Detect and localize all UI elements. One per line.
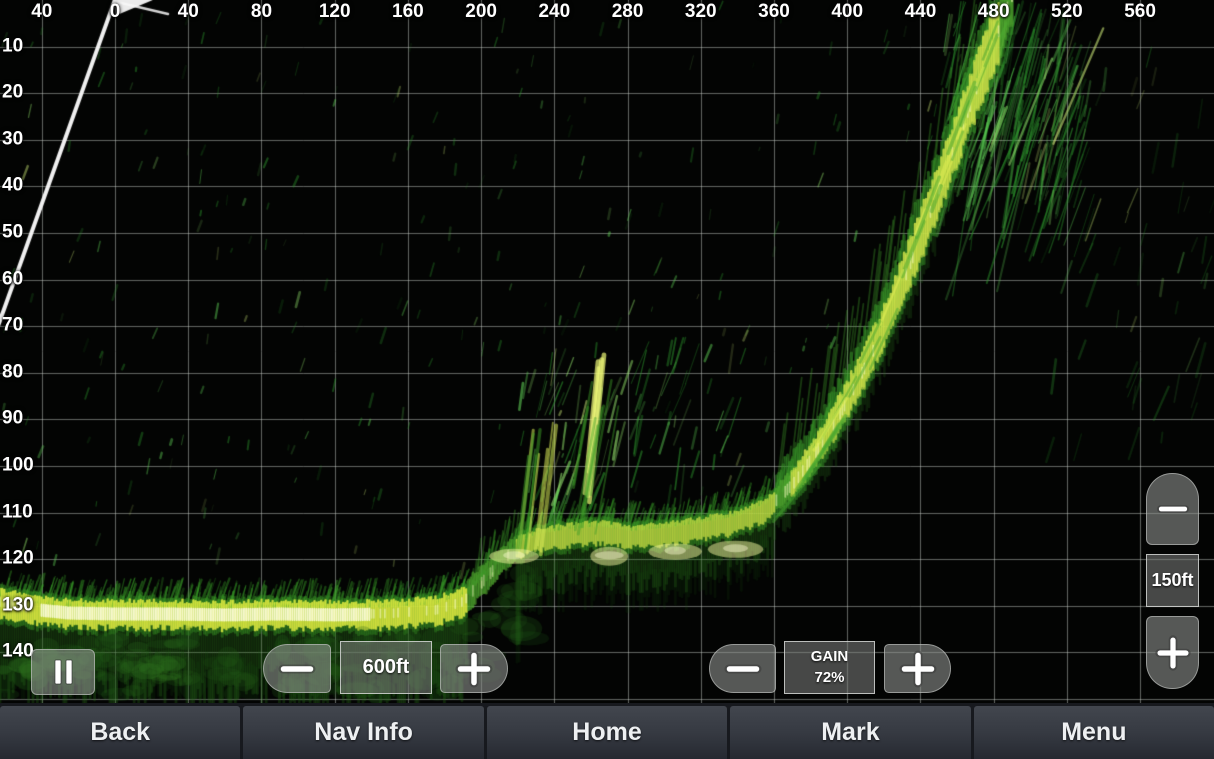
sonar-display[interactable]	[0, 0, 1214, 703]
gain-minus-button[interactable]	[709, 644, 776, 693]
mark-button[interactable]: Mark	[730, 706, 970, 759]
bottom-bar: Back Nav Info Home Mark Menu	[0, 703, 1214, 759]
gain-title: GAIN	[811, 647, 849, 667]
gain-percent: 72%	[814, 668, 844, 688]
gain-value: GAIN 72%	[784, 641, 875, 694]
vertical-range-value: 150ft	[1146, 554, 1199, 607]
nav-info-button[interactable]: Nav Info	[243, 706, 483, 759]
home-button[interactable]: Home	[487, 706, 727, 759]
gain-plus-button[interactable]	[884, 644, 951, 693]
plus-icon	[451, 646, 497, 692]
range-minus-button[interactable]	[263, 644, 331, 693]
minus-icon	[1153, 489, 1193, 529]
vertical-range-value-text: 150ft	[1151, 570, 1193, 591]
pause-icon	[46, 656, 80, 688]
minus-icon	[720, 646, 766, 692]
plus-icon	[1151, 631, 1195, 675]
pause-button[interactable]	[31, 649, 95, 695]
menu-button[interactable]: Menu	[974, 706, 1214, 759]
range-plus-button[interactable]	[440, 644, 508, 693]
back-button[interactable]: Back	[0, 706, 240, 759]
vertical-range-plus-button[interactable]	[1146, 616, 1199, 689]
range-value: 600ft	[340, 641, 432, 694]
plus-icon	[895, 646, 941, 692]
range-value-text: 600ft	[363, 656, 410, 679]
minus-icon	[274, 646, 320, 692]
sonar-screen: 4004080120160200240280320360400440480520…	[0, 0, 1214, 759]
vertical-range-minus-button[interactable]	[1146, 473, 1199, 545]
